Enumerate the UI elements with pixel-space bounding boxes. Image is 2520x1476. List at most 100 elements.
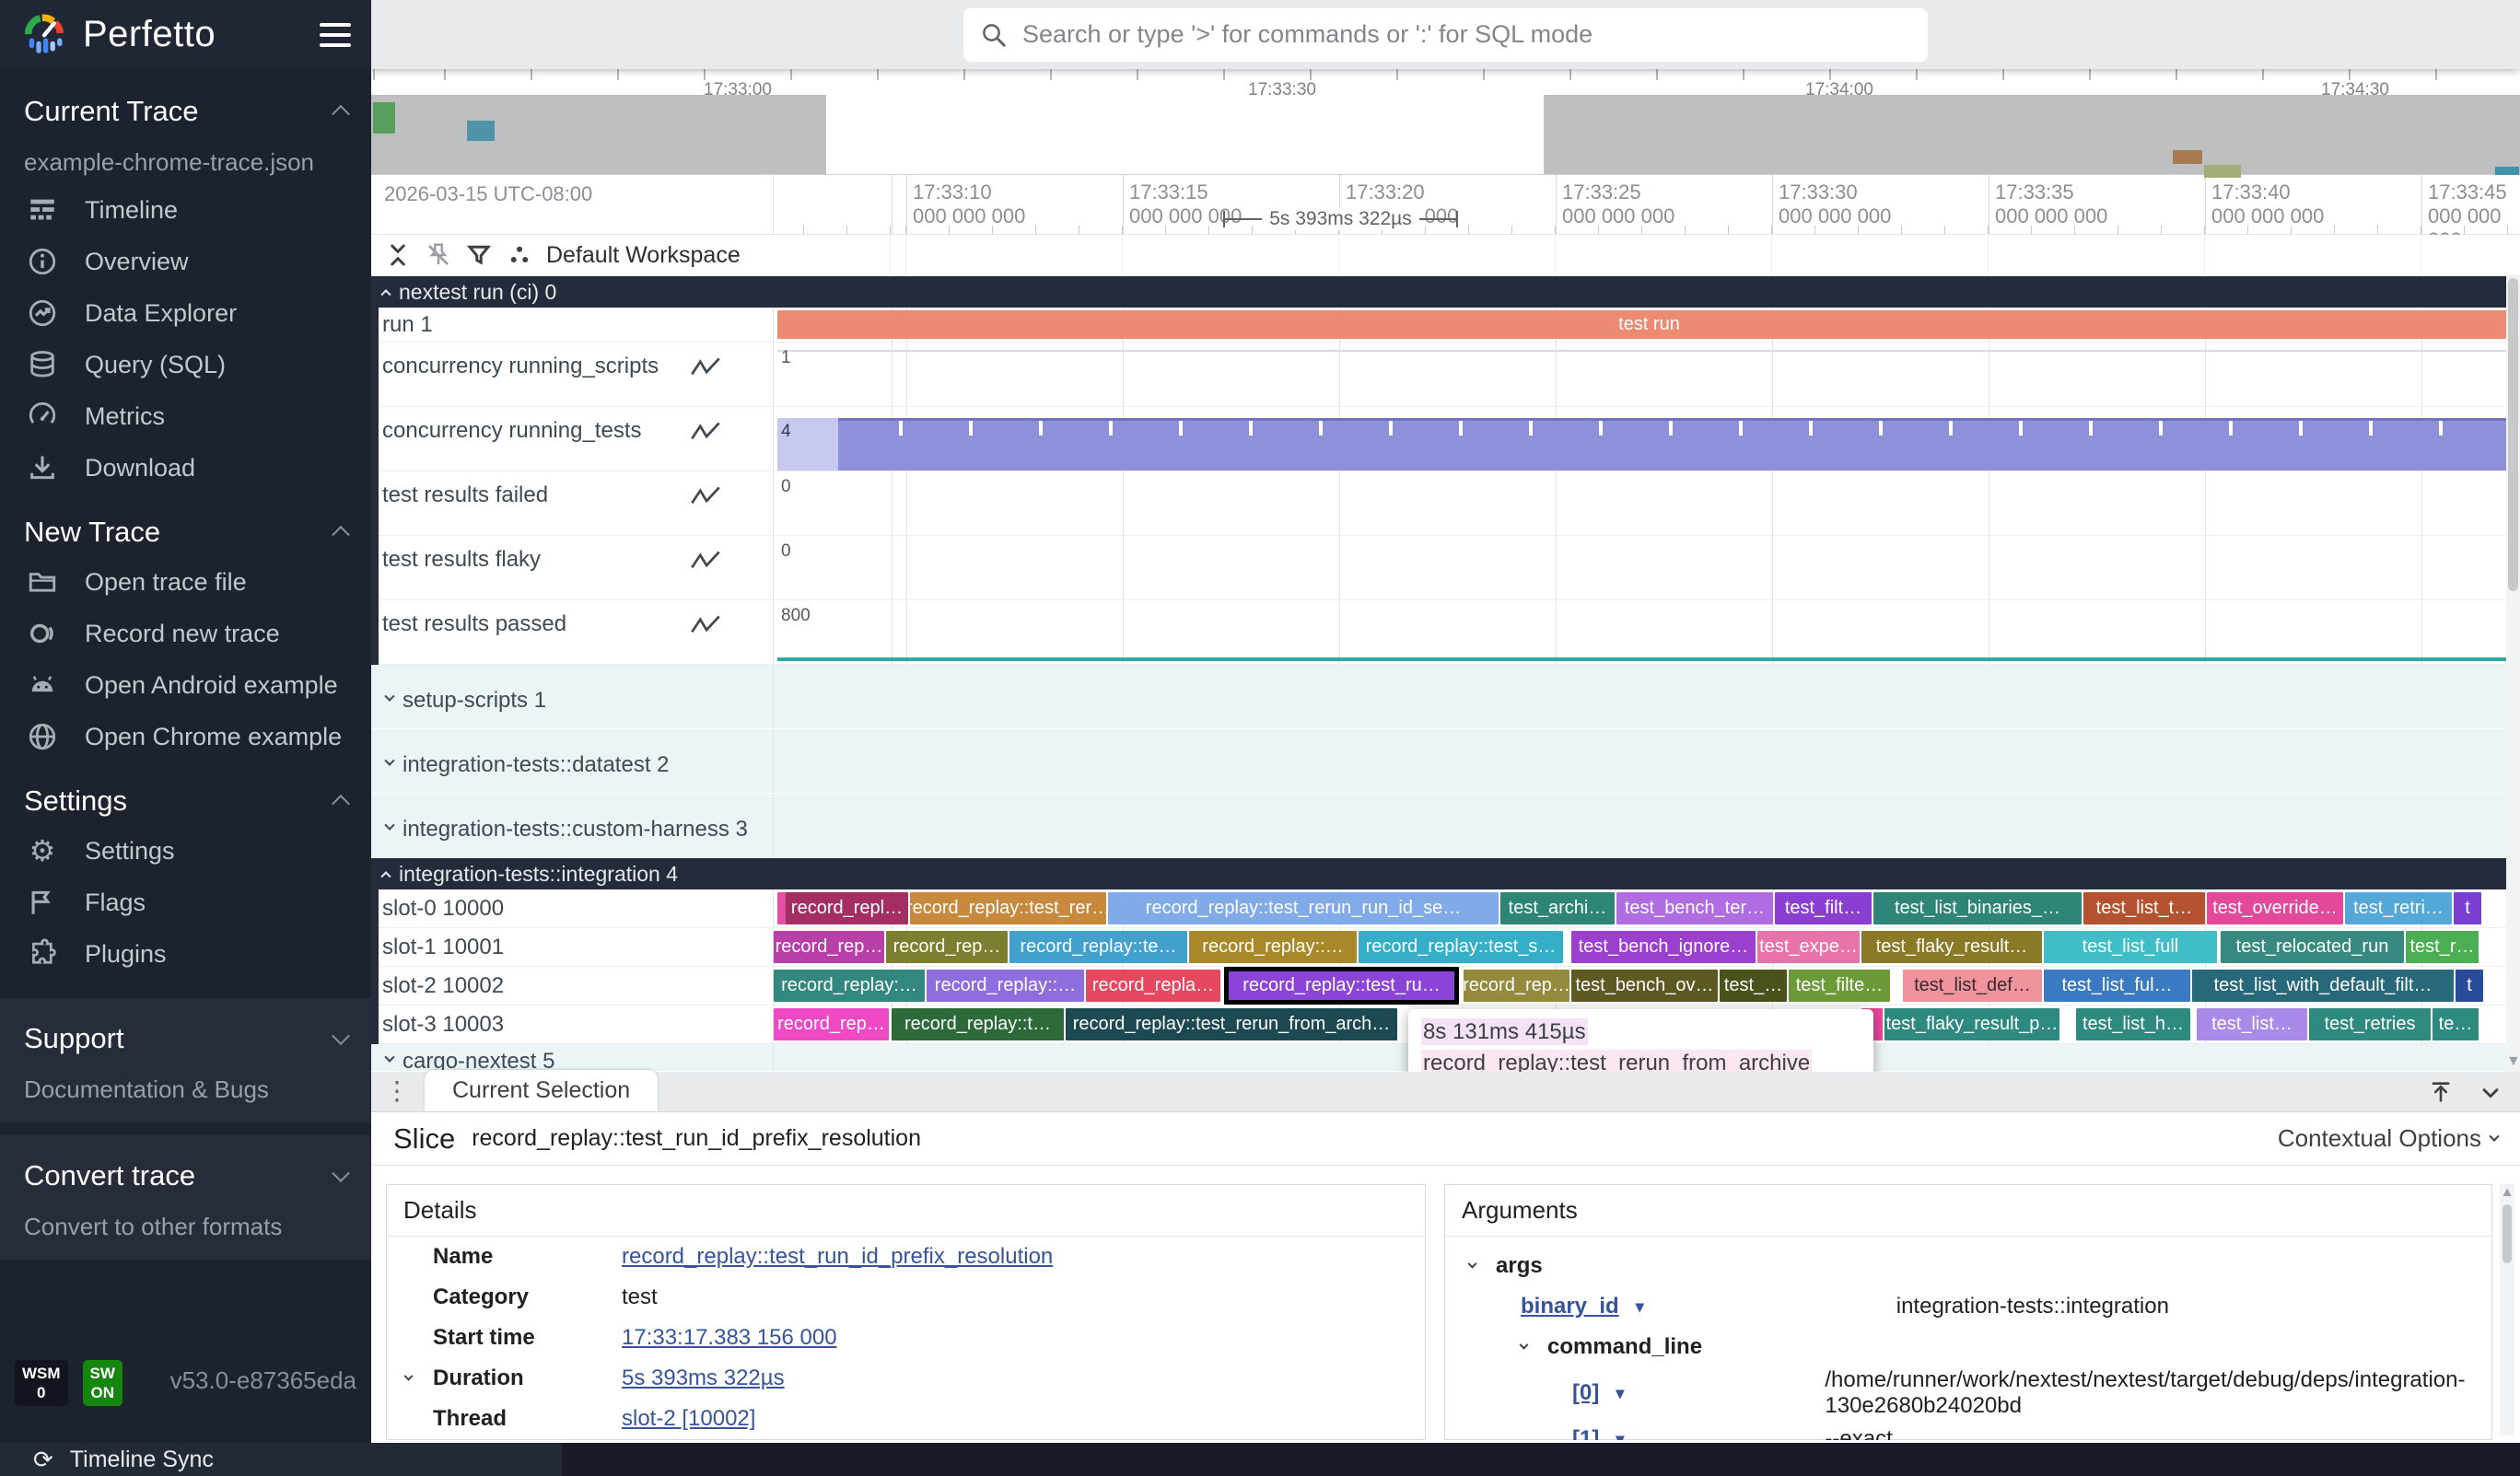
time-ruler[interactable]: 2026-03-15 UTC-08:00 17:33:10000 000 000…: [371, 175, 2520, 235]
slice[interactable]: test_…: [1720, 970, 1787, 1002]
section-title-4[interactable]: Convert trace: [24, 1159, 347, 1192]
slice[interactable]: record_replay::test_ru…: [1224, 967, 1459, 1005]
detail-value[interactable]: slot-2 [10002]: [622, 1406, 755, 1432]
slice[interactable]: test_list_h…: [2076, 1008, 2190, 1040]
track-content[interactable]: record_replay:…record_replay::… record_re…: [773, 967, 2520, 1005]
slice[interactable]: test_filte…: [1789, 970, 1890, 1002]
tracks-scrollbar[interactable]: ▼: [2506, 276, 2520, 1072]
slice[interactable]: record_replay::test_s…: [1359, 931, 1563, 963]
sw-badge[interactable]: SWON: [83, 1360, 122, 1406]
sidebar-item-download[interactable]: Download: [24, 442, 347, 494]
track-label[interactable]: test results failed: [371, 471, 773, 536]
section-title-0[interactable]: Current Trace: [24, 95, 347, 128]
slice[interactable]: test_list_with_default_filt…: [2192, 970, 2454, 1002]
track-label[interactable]: test results passed: [371, 600, 773, 665]
sidebar-item-flags[interactable]: Flags: [24, 877, 347, 928]
argument-key-text[interactable]: [0]: [1572, 1380, 1599, 1406]
sidebar-item-record-new-trace[interactable]: Record new trace: [24, 608, 347, 659]
wsm-badge[interactable]: WSM0: [15, 1360, 68, 1406]
track-content[interactable]: test run: [773, 308, 2520, 343]
track-label[interactable]: slot-3 10003: [371, 1005, 773, 1044]
track-label[interactable]: concurrency running_scripts: [371, 343, 773, 407]
track-content[interactable]: record_rep…record_rep…record_replay::te……: [773, 928, 2520, 967]
slice[interactable]: test_bench_ignore…: [1571, 931, 1756, 963]
slice[interactable]: test_bench_ter…: [1616, 892, 1773, 924]
track-content[interactable]: [773, 729, 2520, 794]
argument-key-text[interactable]: binary_id: [1521, 1294, 1619, 1319]
argument-key[interactable]: [0] ▾: [1572, 1380, 1624, 1406]
dropdown-arrow-icon[interactable]: ▾: [1616, 1430, 1624, 1441]
search-box[interactable]: [963, 8, 1928, 62]
sidebar-item-query-sql-[interactable]: Query (SQL): [24, 339, 347, 390]
chevron-up-icon[interactable]: [332, 105, 350, 123]
chevron-down-icon[interactable]: [1468, 1259, 1477, 1268]
minimap-viewport[interactable]: [371, 95, 826, 174]
panel-scrollbar[interactable]: ▲: [2500, 1184, 2514, 1435]
slice[interactable]: record_replay::t…: [892, 1008, 1064, 1040]
scrollbar-down-arrow[interactable]: ▼: [2506, 1053, 2520, 1070]
slice[interactable]: test run: [777, 310, 2520, 339]
slice[interactable]: test_list_t…: [2083, 892, 2205, 924]
track-content[interactable]: 0: [773, 536, 2520, 600]
slice[interactable]: record_replay::test_rerun_from_arch…: [1066, 1008, 1397, 1040]
track-label[interactable]: integration-tests::datatest 2: [371, 729, 773, 794]
slice[interactable]: record_replay::test_rer…: [910, 892, 1106, 924]
slice[interactable]: record_replay::…: [927, 970, 1084, 1002]
track-label[interactable]: slot-1 10001: [371, 928, 773, 967]
slice[interactable]: t: [2454, 892, 2481, 924]
chevron-down-icon[interactable]: [332, 1164, 350, 1182]
slice[interactable]: record_replay::te…: [1009, 931, 1187, 963]
panel-menu-icon[interactable]: ⋮: [371, 1075, 425, 1111]
detail-value[interactable]: 5s 393ms 322µs: [622, 1366, 785, 1391]
section-title-2[interactable]: Settings: [24, 784, 347, 818]
track-label[interactable]: concurrency running_tests: [371, 407, 773, 471]
sidebar-item-open-android-example[interactable]: Open Android example: [24, 659, 347, 711]
slice[interactable]: test_retries: [2309, 1008, 2431, 1040]
slice[interactable]: test_archi…: [1500, 892, 1615, 924]
slice[interactable]: test_list…: [2197, 1008, 2307, 1040]
group-header[interactable]: integration-tests::integration 4: [371, 858, 2520, 889]
tab-current-selection[interactable]: Current Selection: [425, 1070, 658, 1111]
slice[interactable]: test_list_ful…: [2044, 970, 2190, 1002]
timeline-sync-button[interactable]: ⟳ Timeline Sync: [0, 1443, 562, 1476]
sidebar-item-settings[interactable]: ⚙Settings: [24, 825, 347, 877]
slice[interactable]: record_replay:…: [774, 970, 925, 1002]
dropdown-arrow-icon[interactable]: ▾: [1636, 1297, 1644, 1317]
workspace-name[interactable]: Default Workspace: [546, 242, 741, 269]
slice[interactable]: record_replay::…: [1189, 931, 1357, 963]
track-content[interactable]: 800: [773, 600, 2520, 665]
slice[interactable]: test_flaky_result…: [1861, 931, 2042, 963]
slice[interactable]: record_rep…: [1464, 970, 1569, 1002]
sidebar-item-timeline[interactable]: Timeline: [24, 184, 347, 236]
track-label[interactable]: setup-scripts 1: [371, 665, 773, 729]
detail-value[interactable]: record_replay::test_run_id_prefix_resolu…: [622, 1244, 1053, 1270]
detail-value[interactable]: 17:33:17.383 156 000: [622, 1325, 837, 1351]
track-content[interactable]: 0: [773, 471, 2520, 536]
slice[interactable]: test_bench_ov…: [1571, 970, 1718, 1002]
minimap-viewport[interactable]: [1544, 95, 2520, 174]
timeline-minimap[interactable]: 17:33:0017:33:3017:34:0017:34:30: [371, 69, 2520, 175]
track-content[interactable]: record_repl…record_replay::test_rer…reco…: [773, 889, 2520, 928]
track-label[interactable]: test results flaky: [371, 536, 773, 600]
collapse-all-icon[interactable]: [384, 241, 412, 269]
menu-icon[interactable]: [320, 17, 351, 53]
sidebar-item-data-explorer[interactable]: Data Explorer: [24, 287, 347, 339]
slice[interactable]: test_r…: [2406, 931, 2479, 963]
slice[interactable]: test_expe…: [1757, 931, 1860, 963]
slice[interactable]: record_rep…: [774, 1008, 889, 1040]
slice[interactable]: record_rep…: [886, 931, 1008, 963]
dropdown-arrow-icon[interactable]: ▾: [1616, 1384, 1624, 1403]
slice[interactable]: test_relocated_run: [2221, 931, 2404, 963]
workspace-icon[interactable]: [506, 241, 533, 269]
slice[interactable]: test_list_binaries_…: [1873, 892, 2082, 924]
track-content[interactable]: 1: [773, 343, 2520, 407]
slice[interactable]: test_retri…: [2345, 892, 2452, 924]
chevron-down-icon[interactable]: [1520, 1340, 1529, 1349]
slice[interactable]: t: [2456, 970, 2483, 1002]
sidebar-item-metrics[interactable]: Metrics: [24, 390, 347, 442]
collapse-panel-icon[interactable]: [2478, 1079, 2503, 1105]
sidebar-item-overview[interactable]: Overview: [24, 236, 347, 287]
slice[interactable]: test_list_def…: [1903, 970, 2042, 1002]
slice[interactable]: test_filt…: [1775, 892, 1872, 924]
track-content[interactable]: 4: [773, 407, 2520, 471]
